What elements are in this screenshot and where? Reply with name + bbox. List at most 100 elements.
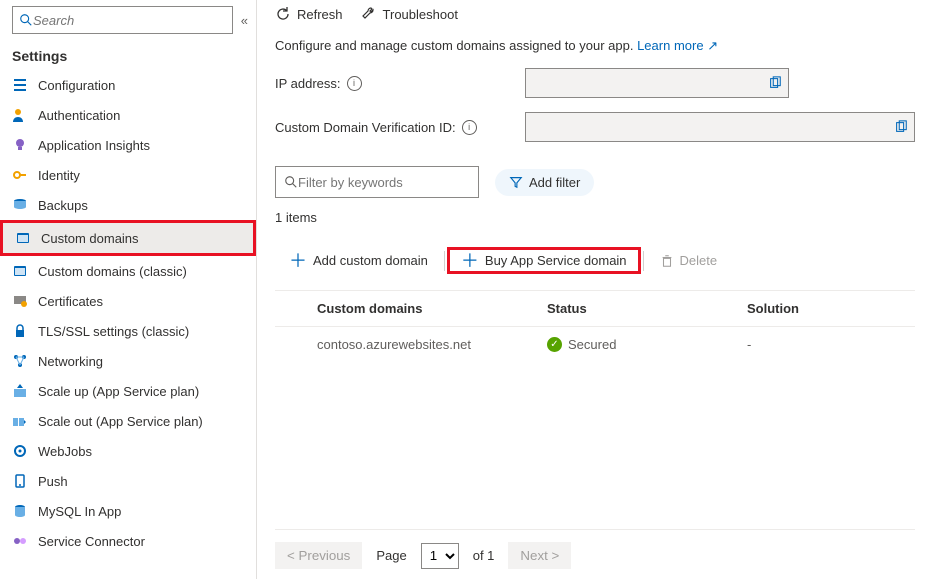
cell-status: ✓ Secured	[547, 337, 747, 352]
cell-solution: -	[747, 337, 901, 352]
sidebar-item-label: Networking	[38, 354, 103, 369]
filter-input[interactable]	[298, 175, 474, 190]
sidebar-item-application-insights[interactable]: Application Insights	[0, 130, 256, 160]
funnel-icon	[509, 175, 523, 189]
sidebar: « Settings Configuration Authentication …	[0, 0, 257, 579]
verification-id-field[interactable]	[525, 112, 915, 142]
push-icon	[12, 473, 28, 489]
refresh-button[interactable]: Refresh	[275, 6, 343, 22]
sidebar-item-tls-ssl[interactable]: TLS/SSL settings (classic)	[0, 316, 256, 346]
add-filter-button[interactable]: Add filter	[495, 169, 594, 196]
external-link-icon: ↗	[707, 38, 718, 53]
sidebar-search[interactable]	[12, 6, 233, 34]
troubleshoot-label: Troubleshoot	[383, 7, 458, 22]
sidebar-item-push[interactable]: Push	[0, 466, 256, 496]
info-icon[interactable]: i	[462, 120, 477, 135]
copy-icon[interactable]	[768, 76, 782, 90]
page-label: Page	[376, 548, 406, 563]
sidebar-item-label: WebJobs	[38, 444, 92, 459]
info-icon[interactable]: i	[347, 76, 362, 91]
trash-icon	[660, 254, 674, 268]
key-icon	[12, 167, 28, 183]
sidebar-item-authentication[interactable]: Authentication	[0, 100, 256, 130]
previous-page-button: < Previous	[275, 542, 362, 569]
scale-out-icon	[12, 413, 28, 429]
sidebar-item-webjobs[interactable]: WebJobs	[0, 436, 256, 466]
refresh-label: Refresh	[297, 7, 343, 22]
sidebar-item-label: Authentication	[38, 108, 120, 123]
add-custom-domain-button[interactable]: ＋ Add custom domain	[275, 247, 442, 274]
buy-app-service-domain-button[interactable]: ＋ Buy App Service domain	[447, 247, 641, 274]
lightbulb-icon	[12, 137, 28, 153]
sidebar-item-service-connector[interactable]: Service Connector	[0, 526, 256, 556]
plus-icon: ＋	[289, 254, 307, 268]
sidebar-item-networking[interactable]: Networking	[0, 346, 256, 376]
column-header-domain[interactable]: Custom domains	[289, 301, 547, 316]
person-key-icon	[12, 107, 28, 123]
cell-domain: contoso.azurewebsites.net	[289, 337, 547, 352]
filter-keywords[interactable]	[275, 166, 479, 198]
sidebar-item-certificates[interactable]: Certificates	[0, 286, 256, 316]
gear-icon	[12, 443, 28, 459]
buy-domain-label: Buy App Service domain	[485, 253, 627, 268]
connector-icon	[12, 533, 28, 549]
network-icon	[12, 353, 28, 369]
sidebar-item-label: Application Insights	[38, 138, 150, 153]
pagination: < Previous Page 1 of 1 Next >	[275, 529, 915, 569]
search-icon	[284, 175, 298, 189]
lock-icon	[12, 323, 28, 339]
page-of: of 1	[473, 548, 495, 563]
sidebar-item-label: Service Connector	[38, 534, 145, 549]
sidebar-item-configuration[interactable]: Configuration	[0, 70, 256, 100]
sidebar-item-label: MySQL In App	[38, 504, 121, 519]
sidebar-item-identity[interactable]: Identity	[0, 160, 256, 190]
certificate-icon	[12, 293, 28, 309]
column-header-status[interactable]: Status	[547, 301, 747, 316]
sidebar-item-custom-domains[interactable]: Custom domains	[0, 220, 256, 256]
sidebar-menu: Configuration Authentication Application…	[0, 70, 256, 556]
sidebar-item-label: Push	[38, 474, 68, 489]
globe-classic-icon	[12, 263, 28, 279]
sidebar-item-label: Configuration	[38, 78, 115, 93]
sidebar-section-title: Settings	[0, 44, 256, 70]
sidebar-item-label: Scale up (App Service plan)	[38, 384, 199, 399]
sidebar-item-label: TLS/SSL settings (classic)	[38, 324, 189, 339]
sidebar-item-scale-up[interactable]: Scale up (App Service plan)	[0, 376, 256, 406]
sidebar-item-backups[interactable]: Backups	[0, 190, 256, 220]
column-header-solution[interactable]: Solution	[747, 301, 901, 316]
sidebar-item-label: Custom domains	[41, 231, 139, 246]
separator	[643, 251, 644, 271]
learn-more-link[interactable]: Learn more ↗	[637, 38, 718, 53]
sidebar-search-input[interactable]	[33, 13, 226, 28]
collapse-sidebar-button[interactable]: «	[241, 13, 248, 28]
backup-icon	[12, 197, 28, 213]
secured-check-icon: ✓	[547, 337, 562, 352]
search-icon	[19, 13, 33, 27]
add-domain-label: Add custom domain	[313, 253, 428, 268]
scale-up-icon	[12, 383, 28, 399]
sidebar-item-scale-out[interactable]: Scale out (App Service plan)	[0, 406, 256, 436]
sliders-icon	[12, 77, 28, 93]
globe-icon	[15, 230, 31, 246]
wrench-icon	[361, 6, 377, 22]
plus-icon: ＋	[461, 254, 479, 268]
sidebar-item-label: Backups	[38, 198, 88, 213]
sidebar-item-label: Certificates	[38, 294, 103, 309]
troubleshoot-button[interactable]: Troubleshoot	[361, 6, 458, 22]
sidebar-item-custom-domains-classic[interactable]: Custom domains (classic)	[0, 256, 256, 286]
next-page-button: Next >	[508, 542, 571, 569]
separator	[444, 251, 445, 271]
sidebar-item-mysql[interactable]: MySQL In App	[0, 496, 256, 526]
delete-button: Delete	[646, 247, 732, 274]
description-body: Configure and manage custom domains assi…	[275, 38, 633, 53]
add-filter-label: Add filter	[529, 175, 580, 190]
copy-icon[interactable]	[894, 120, 908, 134]
ip-address-field[interactable]	[525, 68, 789, 98]
page-select[interactable]: 1	[421, 543, 459, 569]
sidebar-item-label: Custom domains (classic)	[38, 264, 187, 279]
verification-id-label: Custom Domain Verification ID: i	[275, 120, 525, 135]
table-row[interactable]: contoso.azurewebsites.net ✓ Secured -	[275, 327, 915, 362]
main-panel: Refresh Troubleshoot Configure and manag…	[257, 0, 933, 579]
description-text: Configure and manage custom domains assi…	[275, 38, 915, 54]
sidebar-item-label: Identity	[38, 168, 80, 183]
